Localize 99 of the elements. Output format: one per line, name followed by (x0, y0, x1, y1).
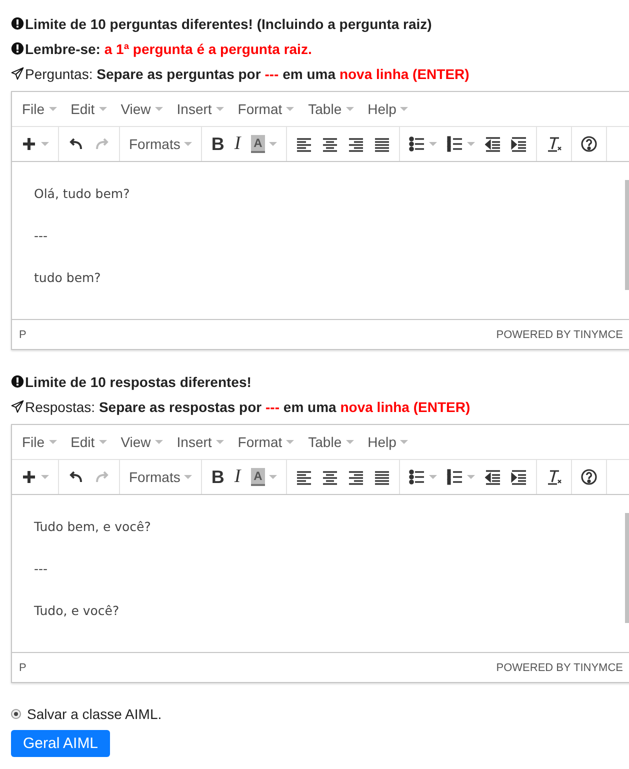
caret-icon (48, 440, 57, 444)
caret-icon (269, 142, 278, 146)
redo-icon (94, 469, 110, 485)
caret-icon (184, 142, 192, 146)
caret-icon (269, 475, 278, 479)
paragraph-text: Tudo, e você? (34, 602, 120, 620)
instruction-text: Lembre-se: a 1ª pergunta é a pergunta raiz. (25, 40, 312, 56)
caret-icon (98, 107, 107, 111)
menu-item[interactable]: Help (362, 434, 414, 450)
italic-button[interactable]: I (229, 130, 246, 158)
caret-icon (154, 107, 163, 111)
powered-by-text: POWERED BY TINYMCE (496, 662, 623, 674)
paper-plane-icon (11, 400, 24, 413)
paragraph-text: --- (34, 560, 49, 578)
plus-icon (21, 469, 37, 485)
menu-item[interactable]: File (16, 101, 63, 117)
menu-item[interactable]: File (16, 434, 63, 450)
paragraph-text: Tudo bem, e você? (34, 518, 152, 536)
caret-icon (41, 475, 49, 479)
editor-content[interactable]: Tudo bem, e você? --- Tudo, e você? (12, 495, 629, 653)
instruction-text: Limite de 10 perguntas diferentes! (Incluindo a pergunta raiz) (25, 16, 432, 32)
menu-item[interactable]: Format (232, 101, 300, 117)
instruction-text: Limite de 10 respostas diferentes! (25, 374, 252, 390)
outdent-icon (485, 469, 502, 485)
radio-button[interactable] (11, 709, 21, 719)
align-center-icon (322, 136, 338, 152)
caret-icon (400, 440, 408, 444)
caret-icon (286, 440, 294, 444)
align-right-icon (348, 136, 364, 152)
align-left-icon (296, 136, 312, 152)
clear-format-icon (546, 136, 562, 152)
caret-icon (400, 107, 408, 111)
help-icon (581, 469, 598, 485)
clear-format-icon (546, 469, 562, 485)
instruction-text: Perguntas: Separe as perguntas por --- em uma nova linha (ENTER) (25, 66, 470, 82)
paragraph-text: Olá, tudo bem? (34, 185, 131, 203)
radio-label: Salvar a classe AIML. (27, 706, 162, 722)
align-left-icon (296, 469, 312, 485)
alert-icon (11, 375, 24, 388)
rich-text-editor[interactable]: File Edit View Insert Format Table Help Formats B I A Olá, tudo bem? --- tudo bem? P POWERED BY TINYMCE (11, 91, 629, 350)
help-icon (581, 136, 598, 152)
indent-icon (511, 469, 528, 485)
color-button[interactable]: A (246, 463, 282, 491)
indent-icon (511, 136, 528, 152)
color-button[interactable]: A (246, 130, 282, 158)
bold-button[interactable]: B (206, 463, 230, 491)
generate-button[interactable]: Geral AIML (11, 730, 110, 757)
caret-icon (98, 440, 107, 444)
rich-text-editor[interactable]: File Edit View Insert Format Table Help Formats B I A Tudo bem, e você? --- Tudo, e você? P POWERED BY TINYMCE (11, 424, 629, 683)
bullet-list-icon (409, 469, 426, 485)
menu-item[interactable]: Insert (170, 101, 230, 117)
menu-item[interactable]: Format (232, 434, 300, 450)
justify-icon (374, 136, 390, 152)
menu-item[interactable]: Help (362, 101, 414, 117)
undo-icon (68, 136, 84, 152)
outdent-icon (485, 136, 502, 152)
element-path: P (19, 328, 26, 340)
alert-icon (11, 42, 24, 55)
numbered-list-icon (447, 136, 464, 152)
caret-icon (216, 440, 224, 444)
caret-icon (429, 475, 438, 479)
editor-content[interactable]: Olá, tudo bem? --- tudo bem? (12, 162, 629, 320)
formats-dropdown[interactable]: Formats (124, 463, 198, 491)
menu-item[interactable]: View (114, 434, 169, 450)
alert-icon (11, 17, 24, 30)
paragraph-text: --- (34, 227, 49, 245)
paper-plane-icon (11, 67, 24, 80)
undo-icon (68, 469, 84, 485)
bullet-list-icon (409, 136, 426, 152)
instruction-text: Respostas: Separe as respostas por --- em uma nova linha (ENTER) (25, 398, 470, 414)
powered-by-text: POWERED BY TINYMCE (496, 328, 623, 340)
italic-button[interactable]: I (229, 463, 246, 491)
caret-icon (467, 475, 476, 479)
formats-dropdown[interactable]: Formats (124, 130, 198, 158)
menu-item[interactable]: Table (302, 434, 360, 450)
menu-item[interactable]: Insert (170, 434, 230, 450)
align-center-icon (322, 469, 338, 485)
caret-icon (216, 107, 224, 111)
caret-icon (286, 107, 294, 111)
caret-icon (346, 107, 354, 111)
numbered-list-icon (447, 469, 464, 485)
caret-icon (429, 142, 438, 146)
element-path: P (19, 662, 26, 674)
redo-icon (94, 136, 110, 152)
menu-item[interactable]: Edit (64, 434, 113, 450)
justify-icon (374, 469, 390, 485)
caret-icon (346, 440, 354, 444)
paragraph-text: tudo bem? (34, 269, 102, 287)
align-right-icon (348, 469, 364, 485)
menu-item[interactable]: View (114, 101, 169, 117)
menu-item[interactable]: Edit (64, 101, 113, 117)
caret-icon (41, 142, 49, 146)
caret-icon (48, 107, 57, 111)
menu-item[interactable]: Table (302, 101, 360, 117)
caret-icon (467, 142, 476, 146)
plus-icon (21, 136, 37, 152)
bold-button[interactable]: B (206, 130, 230, 158)
caret-icon (184, 475, 192, 479)
caret-icon (154, 440, 163, 444)
